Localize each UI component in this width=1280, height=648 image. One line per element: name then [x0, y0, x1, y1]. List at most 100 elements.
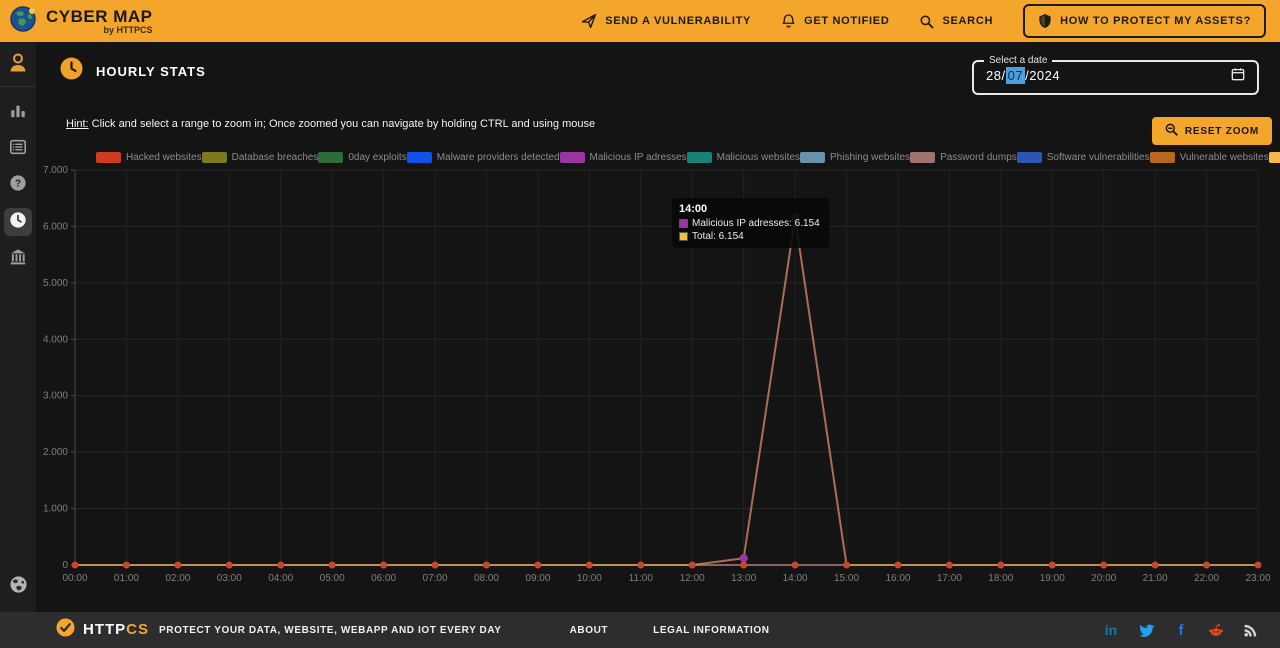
data-point[interactable] — [792, 562, 799, 569]
data-point[interactable] — [1255, 562, 1262, 569]
data-point[interactable] — [72, 562, 79, 569]
data-point[interactable] — [740, 562, 747, 569]
data-point[interactable] — [329, 562, 336, 569]
sidebar-item-institution[interactable] — [5, 246, 31, 272]
hint-label: Hint: — [66, 118, 89, 130]
legend-label: Database breaches — [232, 152, 319, 163]
x-axis-tick-label: 02:00 — [165, 573, 190, 584]
rss-icon[interactable] — [1242, 621, 1260, 639]
reset-zoom-button[interactable]: RESET ZOOM — [1152, 117, 1272, 145]
data-point[interactable] — [689, 562, 696, 569]
twitter-icon[interactable] — [1137, 621, 1155, 639]
x-axis-tick-label: 12:00 — [680, 573, 705, 584]
person-icon — [8, 52, 28, 79]
legend-swatch — [96, 152, 121, 163]
sidebar-item-account[interactable] — [5, 52, 31, 78]
bank-icon — [9, 248, 27, 271]
data-point[interactable] — [174, 562, 181, 569]
legend-swatch — [1017, 152, 1042, 163]
footer-tagline: PROTECT YOUR DATA, WEBSITE, WEBAPP AND I… — [159, 625, 502, 636]
data-point[interactable] — [432, 562, 439, 569]
sidebar-item-list[interactable] — [5, 136, 31, 162]
chart-series-lines — [75, 218, 1258, 565]
data-point[interactable] — [483, 562, 490, 569]
date-year[interactable]: 2024 — [1029, 68, 1060, 83]
legend-item[interactable]: Malicious IP adresses — [560, 152, 687, 163]
legend-item[interactable]: Malware providers detected — [407, 152, 560, 163]
legend-label: Hacked websites — [126, 152, 202, 163]
legend-label: Malicious IP adresses — [590, 152, 687, 163]
top-header: CYBER MAP by HTTPCS SEND A VULNERABILITY… — [0, 0, 1280, 42]
sidebar-item-hourly-stats[interactable] — [4, 208, 32, 236]
data-point[interactable] — [997, 562, 1004, 569]
footer-link-about[interactable]: ABOUT — [570, 625, 609, 636]
search-button[interactable]: SEARCH — [919, 14, 993, 29]
nav-label: HOW TO PROTECT MY ASSETS? — [1060, 15, 1251, 27]
data-point[interactable] — [637, 562, 644, 569]
page-title: HOURLY STATS — [96, 64, 206, 79]
legend-item[interactable]: Password dumps — [910, 152, 1017, 163]
footer-brand[interactable]: HTTPCS — [0, 618, 149, 642]
data-point[interactable] — [946, 562, 953, 569]
reddit-icon[interactable] — [1207, 621, 1225, 639]
chart-canvas[interactable]: 01.0002.0003.0004.0005.0006.0007.00000:0… — [40, 166, 1270, 590]
date-day[interactable]: 28 — [986, 68, 1001, 83]
date-picker[interactable]: Select a date 28 / 07 / 2024 — [972, 55, 1259, 95]
sidebar-item-help[interactable]: ? — [5, 172, 31, 198]
data-point[interactable] — [1152, 562, 1159, 569]
legend-item[interactable]: Total — [1269, 152, 1280, 163]
data-point[interactable] — [740, 554, 748, 562]
reset-zoom-label: RESET ZOOM — [1185, 126, 1259, 137]
footer-social: in f — [1102, 621, 1280, 639]
legend-item[interactable]: Malicious websites — [687, 152, 800, 163]
legend-swatch — [1269, 152, 1280, 163]
brand-logo[interactable]: CYBER MAP by HTTPCS — [0, 5, 153, 38]
data-point[interactable] — [1100, 562, 1107, 569]
data-point[interactable] — [226, 562, 233, 569]
x-axis-tick-label: 16:00 — [885, 573, 910, 584]
zoom-out-icon — [1165, 123, 1178, 139]
y-axis-tick-label: 0 — [62, 560, 68, 571]
legend-item[interactable]: Software vulnerabilities — [1017, 152, 1150, 163]
globe-icon — [9, 575, 28, 599]
data-point[interactable] — [534, 562, 541, 569]
sidebar-item-language[interactable] — [5, 574, 31, 600]
left-sidebar: ? — [0, 42, 36, 612]
linkedin-icon[interactable]: in — [1102, 621, 1120, 639]
footer-link-legal[interactable]: LEGAL INFORMATION — [653, 625, 770, 636]
legend-label: Password dumps — [940, 152, 1017, 163]
data-point[interactable] — [123, 562, 130, 569]
data-point[interactable] — [1049, 562, 1056, 569]
legend-label: 0day exploits — [348, 152, 406, 163]
date-month-selected[interactable]: 07 — [1006, 67, 1025, 84]
series-line — [75, 218, 1258, 565]
data-point[interactable] — [843, 562, 850, 569]
data-point[interactable] — [277, 562, 284, 569]
legend-swatch — [1150, 152, 1175, 163]
facebook-icon[interactable]: f — [1172, 621, 1190, 639]
data-point[interactable] — [791, 214, 799, 222]
legend-item[interactable]: Hacked websites — [96, 152, 202, 163]
data-point[interactable] — [1203, 562, 1210, 569]
table-list-icon — [9, 138, 27, 161]
legend-item[interactable]: Phishing websites — [800, 152, 910, 163]
send-vulnerability-button[interactable]: SEND A VULNERABILITY — [581, 13, 751, 29]
data-point[interactable] — [380, 562, 387, 569]
legend-item[interactable]: 0day exploits — [318, 152, 406, 163]
get-notified-button[interactable]: GET NOTIFIED — [781, 13, 889, 29]
hourly-stats-chart[interactable]: 01.0002.0003.0004.0005.0006.0007.00000:0… — [40, 166, 1270, 590]
data-point[interactable] — [586, 562, 593, 569]
nav-label: SEND A VULNERABILITY — [605, 15, 751, 27]
bar-chart-icon — [9, 102, 27, 125]
data-point[interactable] — [894, 562, 901, 569]
x-axis-tick-label: 08:00 — [474, 573, 499, 584]
x-axis-tick-label: 05:00 — [320, 573, 345, 584]
clock-icon — [9, 211, 27, 234]
protect-assets-button[interactable]: HOW TO PROTECT MY ASSETS? — [1023, 4, 1266, 38]
calendar-icon[interactable] — [1231, 67, 1245, 84]
x-axis-tick-label: 09:00 — [525, 573, 550, 584]
legend-item[interactable]: Database breaches — [202, 152, 319, 163]
x-axis-tick-label: 06:00 — [371, 573, 396, 584]
sidebar-item-stats[interactable] — [5, 100, 31, 126]
legend-item[interactable]: Vulnerable websites — [1150, 152, 1269, 163]
